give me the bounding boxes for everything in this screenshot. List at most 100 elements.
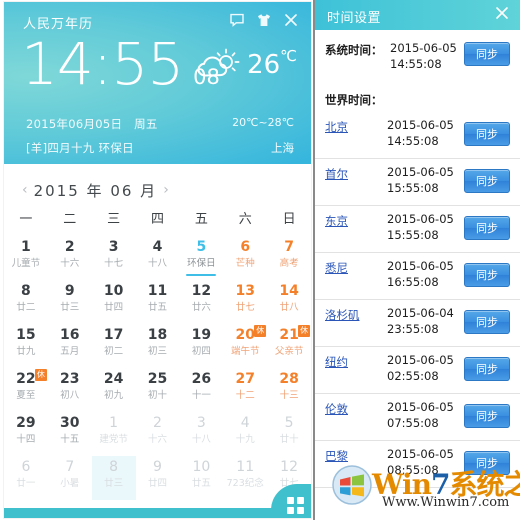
day-cell[interactable]: 4 十九 <box>223 412 267 456</box>
day-sublabel: 廿六 <box>191 302 211 313</box>
day-cell[interactable]: 19 初四 <box>179 324 223 368</box>
day-number: 29 <box>16 415 36 431</box>
day-sublabel: 五月 <box>60 346 80 357</box>
weekday-4: 五 <box>194 212 208 227</box>
day-cell[interactable]: 26 十一 <box>179 368 223 412</box>
header-icon-group <box>229 12 299 28</box>
day-sublabel: 芒种 <box>235 258 255 269</box>
day-cell[interactable]: 15 廿九 <box>4 324 48 368</box>
city-date: 2015-06-05 <box>387 400 454 414</box>
day-number: 1 <box>21 239 31 255</box>
sync-city-button[interactable]: 同步 <box>464 122 510 146</box>
day-cell[interactable]: 11 廿五 <box>136 280 180 324</box>
day-cell[interactable]: 10 廿四 <box>92 280 136 324</box>
day-cell[interactable]: 11 723纪念 <box>223 456 267 500</box>
day-sublabel: 初四 <box>191 346 211 357</box>
day-cell[interactable]: 2 十六 <box>48 236 92 280</box>
day-cell[interactable]: 6 廿一 <box>4 456 48 500</box>
sync-city-button[interactable]: 同步 <box>464 310 510 334</box>
day-number: 23 <box>60 371 80 387</box>
day-cell[interactable]: 1 儿童节 <box>4 236 48 280</box>
day-cell[interactable]: 10 廿五 <box>179 456 223 500</box>
city-time: 15:55:08 <box>387 181 439 195</box>
day-cell[interactable]: 2 十六 <box>136 412 180 456</box>
day-cell[interactable]: 25 初十 <box>136 368 180 412</box>
city-link[interactable]: 伦敦 <box>325 401 348 417</box>
day-sublabel: 环保日 <box>187 258 216 269</box>
day-sublabel: 廿四 <box>147 478 167 489</box>
day-cell[interactable]: 27 十二 <box>223 368 267 412</box>
world-time-row: 纽约 2015-06-05 02:55:08 同步 <box>315 347 520 394</box>
day-cell[interactable]: 28 十三 <box>267 368 311 412</box>
day-cell[interactable]: 17 初二 <box>92 324 136 368</box>
city-link[interactable]: 悉尼 <box>325 260 348 276</box>
city-link[interactable]: 纽约 <box>325 354 348 370</box>
day-cell[interactable]: 7 高考 <box>267 236 311 280</box>
day-cell[interactable]: 22 夏至 休 <box>4 368 48 412</box>
world-time-row: 北京 2015-06-05 14:55:08 同步 <box>315 112 520 159</box>
day-cell[interactable]: 30 十五 <box>48 412 92 456</box>
day-sublabel: 十六 <box>60 258 80 269</box>
day-cell[interactable]: 1 建党节 <box>92 412 136 456</box>
day-cell[interactable]: 9 廿三 <box>48 280 92 324</box>
day-cell[interactable]: 8 廿二 <box>4 280 48 324</box>
day-cell[interactable]: 4 十八 <box>136 236 180 280</box>
day-cell[interactable]: 21 父亲节 休 <box>267 324 311 368</box>
day-cell[interactable]: 5 环保日 <box>179 236 223 280</box>
sync-system-time-button[interactable]: 同步 <box>464 42 510 66</box>
system-time-clock: 14:55:08 <box>390 57 442 71</box>
day-sublabel: 初二 <box>104 346 124 357</box>
day-cell[interactable]: 24 初九 <box>92 368 136 412</box>
close-icon[interactable] <box>495 6 509 20</box>
city-link[interactable]: 东京 <box>325 213 348 229</box>
day-number: 11 <box>236 459 255 475</box>
sync-city-button[interactable]: 同步 <box>464 169 510 193</box>
day-cell[interactable]: 14 廿八 <box>267 280 311 324</box>
weekday-5: 六 <box>238 212 252 227</box>
day-cell[interactable]: 13 廿七 <box>223 280 267 324</box>
day-number: 4 <box>152 239 163 255</box>
sync-city-button[interactable]: 同步 <box>464 216 510 240</box>
day-sublabel: 十八 <box>147 258 167 269</box>
grid-apps-icon[interactable] <box>287 497 304 514</box>
day-cell[interactable]: 3 十七 <box>92 236 136 280</box>
next-month-button[interactable]: › <box>159 182 173 198</box>
city-link[interactable]: 首尔 <box>325 166 348 182</box>
sync-city-button[interactable]: 同步 <box>464 357 510 381</box>
rest-day-badge: 休 <box>298 325 311 337</box>
day-cell[interactable]: 12 廿六 <box>179 280 223 324</box>
skin-icon[interactable] <box>256 12 272 28</box>
world-time-list: 北京 2015-06-05 14:55:08 同步首尔 2015-06-05 15:55:… <box>315 112 520 488</box>
day-number: 17 <box>103 327 124 343</box>
city-link[interactable]: 洛杉矶 <box>325 307 360 323</box>
day-number: 19 <box>191 327 212 343</box>
city-link[interactable]: 北京 <box>325 119 348 135</box>
close-icon[interactable] <box>283 12 299 28</box>
day-cell[interactable]: 7 小暑 <box>48 456 92 500</box>
weather-city[interactable]: 上海 <box>271 140 294 156</box>
clock: 14:55 08 <box>21 35 220 93</box>
day-cell[interactable]: 6 芒种 <box>223 236 267 280</box>
day-cell[interactable]: 23 初八 <box>48 368 92 412</box>
sync-city-button[interactable]: 同步 <box>464 451 510 475</box>
day-sublabel: 廿三 <box>60 302 80 313</box>
sync-city-button[interactable]: 同步 <box>464 404 510 428</box>
day-cell[interactable]: 9 廿四 <box>136 456 180 500</box>
city-date: 2015-06-05 <box>387 447 454 461</box>
day-number: 27 <box>235 371 255 387</box>
feedback-icon[interactable] <box>229 12 245 28</box>
city-link[interactable]: 巴黎 <box>325 448 348 464</box>
prev-month-button[interactable]: ‹ <box>18 182 32 198</box>
city-date: 2015-06-05 <box>387 259 454 273</box>
day-cell[interactable]: 16 五月 <box>48 324 92 368</box>
day-cell[interactable]: 5 廿十 <box>267 412 311 456</box>
day-sublabel: 十一 <box>191 390 211 401</box>
day-cell[interactable]: 8 廿三 <box>91 456 136 500</box>
day-cell[interactable]: 18 初三 <box>136 324 180 368</box>
day-cell[interactable]: 29 十四 <box>4 412 48 456</box>
day-cell[interactable]: 20 端午节 休 <box>223 324 267 368</box>
day-cell[interactable]: 3 十八 <box>179 412 223 456</box>
sync-city-button[interactable]: 同步 <box>464 263 510 287</box>
day-sublabel: 723纪念 <box>226 478 264 489</box>
day-number: 10 <box>192 459 211 475</box>
